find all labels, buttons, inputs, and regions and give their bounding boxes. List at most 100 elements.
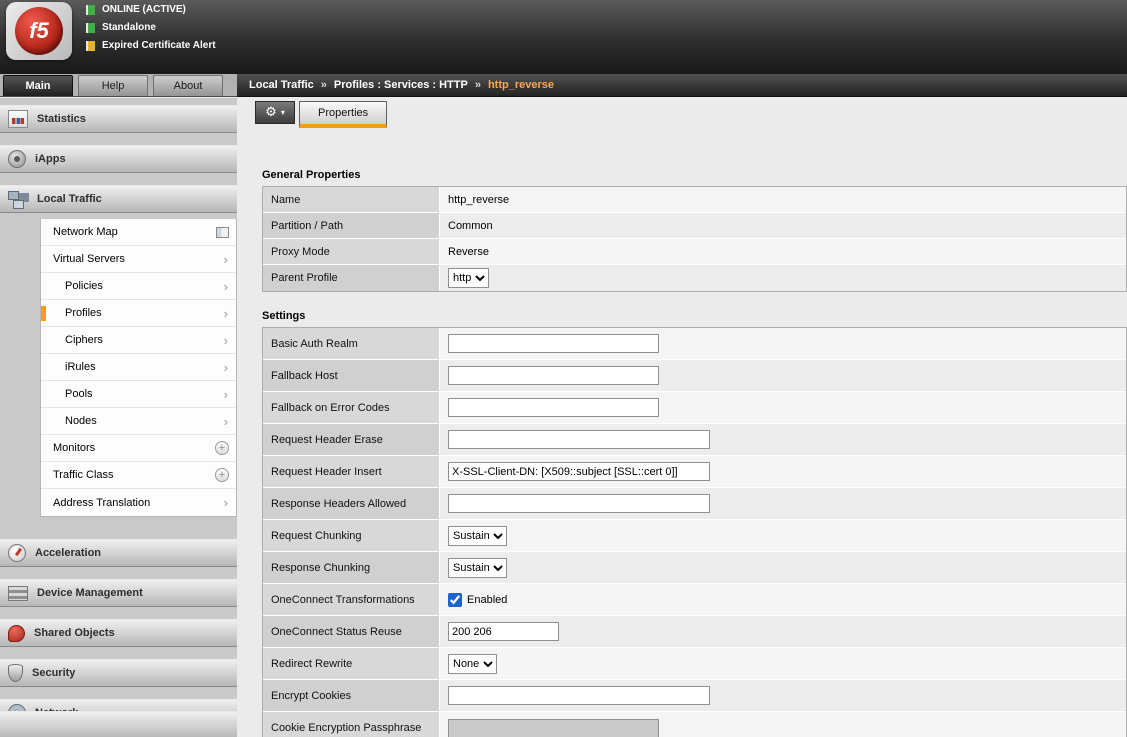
network-map-icon: [216, 227, 229, 238]
field-row-request-header-insert: Request Header Insert: [263, 456, 1126, 488]
iapps-icon: [8, 150, 26, 168]
expand-plus-icon[interactable]: +: [215, 468, 229, 482]
status-label: Expired Certificate Alert: [102, 40, 216, 51]
sidebar-section-label: Security: [32, 667, 75, 679]
field-value: [440, 456, 1126, 487]
sidebar-item-nodes[interactable]: Nodes ›: [41, 408, 236, 435]
device-management-icon: [8, 586, 28, 601]
f5-logo[interactable]: f5: [6, 2, 72, 60]
field-row-response-headers-allowed: Response Headers Allowed: [263, 488, 1126, 520]
chevron-right-icon: ›: [224, 415, 228, 428]
field-label: OneConnect Transformations: [263, 584, 440, 615]
sidebar-item-profiles[interactable]: Profiles›: [41, 300, 236, 327]
sidebar-item-label: Virtual Servers: [53, 253, 125, 265]
request-chunking-select[interactable]: Sustain: [448, 526, 507, 546]
field-label: OneConnect Status Reuse: [263, 616, 440, 647]
field-value: Sustain: [440, 520, 1126, 551]
chevron-right-icon: ›: [224, 307, 228, 320]
sidebar-section-local-traffic[interactable]: Local Traffic: [0, 185, 237, 213]
sidebar-section-label: Statistics: [37, 113, 86, 125]
basic-auth-realm-input[interactable]: [448, 334, 659, 353]
caret-down-icon: ▾: [281, 109, 285, 117]
field-row-oneconnect-status-reuse: OneConnect Status Reuse: [263, 616, 1126, 648]
field-label: Request Header Erase: [263, 424, 440, 455]
expand-plus-icon[interactable]: +: [215, 441, 229, 455]
field-row-request-header-erase: Request Header Erase: [263, 424, 1126, 456]
response-chunking-select[interactable]: Sustain: [448, 558, 507, 578]
breadcrumb-item-profiles-services-http[interactable]: Profiles : Services : HTTP: [334, 79, 468, 91]
gear-menu-button[interactable]: ⚙ ▾: [255, 101, 295, 124]
cookie-encryption-passphrase-input[interactable]: [448, 719, 659, 737]
partition-path-value: Common: [448, 220, 493, 232]
field-label: Request Header Insert: [263, 456, 440, 487]
sidebar-item-virtual-servers[interactable]: Virtual Servers›: [41, 246, 236, 273]
nav-tab-help[interactable]: Help: [78, 75, 148, 96]
field-value: Reverse: [440, 239, 1126, 264]
status-label: ONLINE (ACTIVE): [102, 4, 186, 15]
app-header: f5 ONLINE (ACTIVE)StandaloneExpired Cert…: [0, 0, 1127, 74]
redirect-rewrite-select[interactable]: None: [448, 654, 497, 674]
status-indicator-icon: [86, 5, 95, 15]
sidebar-item-pools[interactable]: Pools›: [41, 381, 236, 408]
sidebar-section-device-management[interactable]: Device Management: [0, 579, 237, 607]
tab-strip: ⚙ ▾ Properties: [255, 101, 1127, 128]
field-value: [440, 680, 1126, 711]
sidebar-section-security[interactable]: Security: [0, 659, 237, 687]
oneconnect-transformations-checkbox[interactable]: [448, 593, 462, 607]
status-expired-certificate-alert: Expired Certificate Alert: [86, 40, 216, 51]
sidebar-section-acceleration[interactable]: Acceleration: [0, 539, 237, 567]
sidebar-item-label: Nodes: [65, 415, 97, 427]
breadcrumb-separator: »: [475, 79, 481, 91]
sidebar-section-iapps[interactable]: iApps: [0, 145, 237, 173]
f5-logo-text: f5: [29, 18, 49, 44]
sidebar-section-shared-objects[interactable]: Shared Objects: [0, 619, 237, 647]
nav-tab-main[interactable]: Main: [3, 75, 73, 96]
fallback-on-error-codes-input[interactable]: [448, 398, 659, 417]
status-list: ONLINE (ACTIVE)StandaloneExpired Certifi…: [86, 4, 216, 51]
chevron-right-icon: ›: [224, 496, 228, 509]
request-header-erase-input[interactable]: [448, 430, 710, 449]
f5-logo-ball: f5: [15, 7, 63, 55]
breadcrumb-item-local-traffic[interactable]: Local Traffic: [249, 79, 314, 91]
sidebar-section-label: Shared Objects: [34, 627, 115, 639]
breadcrumb-separator: »: [321, 79, 327, 91]
tab-properties[interactable]: Properties: [299, 101, 387, 128]
local-traffic-icon: [8, 190, 28, 208]
sidebar-section-label: Acceleration: [35, 547, 101, 559]
sidebar-item-traffic-class[interactable]: Traffic Class +: [41, 462, 236, 489]
sidebar-item-label: Address Translation: [53, 497, 150, 509]
field-value: [440, 392, 1126, 423]
sidebar-item-label: iRules: [65, 361, 96, 373]
encrypt-cookies-input[interactable]: [448, 686, 710, 705]
proxy-mode-value: Reverse: [448, 246, 489, 258]
field-value: [440, 424, 1126, 455]
breadcrumb-item-http-reverse[interactable]: http_reverse: [488, 79, 554, 91]
response-headers-allowed-input[interactable]: [448, 494, 710, 513]
security-icon: [8, 664, 23, 682]
field-label: Encrypt Cookies: [263, 680, 440, 711]
sidebar-item-address-translation[interactable]: Address Translation ›: [41, 489, 236, 516]
nav-tab-about[interactable]: About: [153, 75, 223, 96]
status-indicator-icon: [86, 23, 95, 33]
sidebar-item-ciphers[interactable]: Ciphers›: [41, 327, 236, 354]
oneconnect-status-reuse-input[interactable]: [448, 622, 559, 641]
field-label: Partition / Path: [263, 213, 440, 238]
sidebar-item-network-map[interactable]: Network Map: [41, 219, 236, 246]
nav-tabs: MainHelpAbout: [0, 74, 237, 97]
sidebar-item-irules[interactable]: iRules›: [41, 354, 236, 381]
general-properties-table: Namehttp_reversePartition / PathCommonPr…: [262, 186, 1127, 292]
sidebar-item-label: Policies: [65, 280, 103, 292]
field-value: None: [440, 648, 1126, 679]
sidebar-item-monitors[interactable]: Monitors+: [41, 435, 236, 462]
request-header-insert-input[interactable]: [448, 462, 710, 481]
field-value: [440, 712, 1126, 737]
sidebar-item-label: Traffic Class: [53, 469, 114, 481]
fallback-host-input[interactable]: [448, 366, 659, 385]
sidebar-sections: StatisticsiAppsLocal TrafficNetwork MapV…: [0, 98, 237, 727]
sidebar-item-policies[interactable]: Policies›: [41, 273, 236, 300]
field-label: Parent Profile: [263, 265, 440, 291]
field-label: Fallback Host: [263, 360, 440, 391]
sidebar-section-partial[interactable]: [0, 711, 237, 737]
sidebar-section-statistics[interactable]: Statistics: [0, 105, 237, 133]
parent-profile-select[interactable]: http: [448, 268, 489, 288]
